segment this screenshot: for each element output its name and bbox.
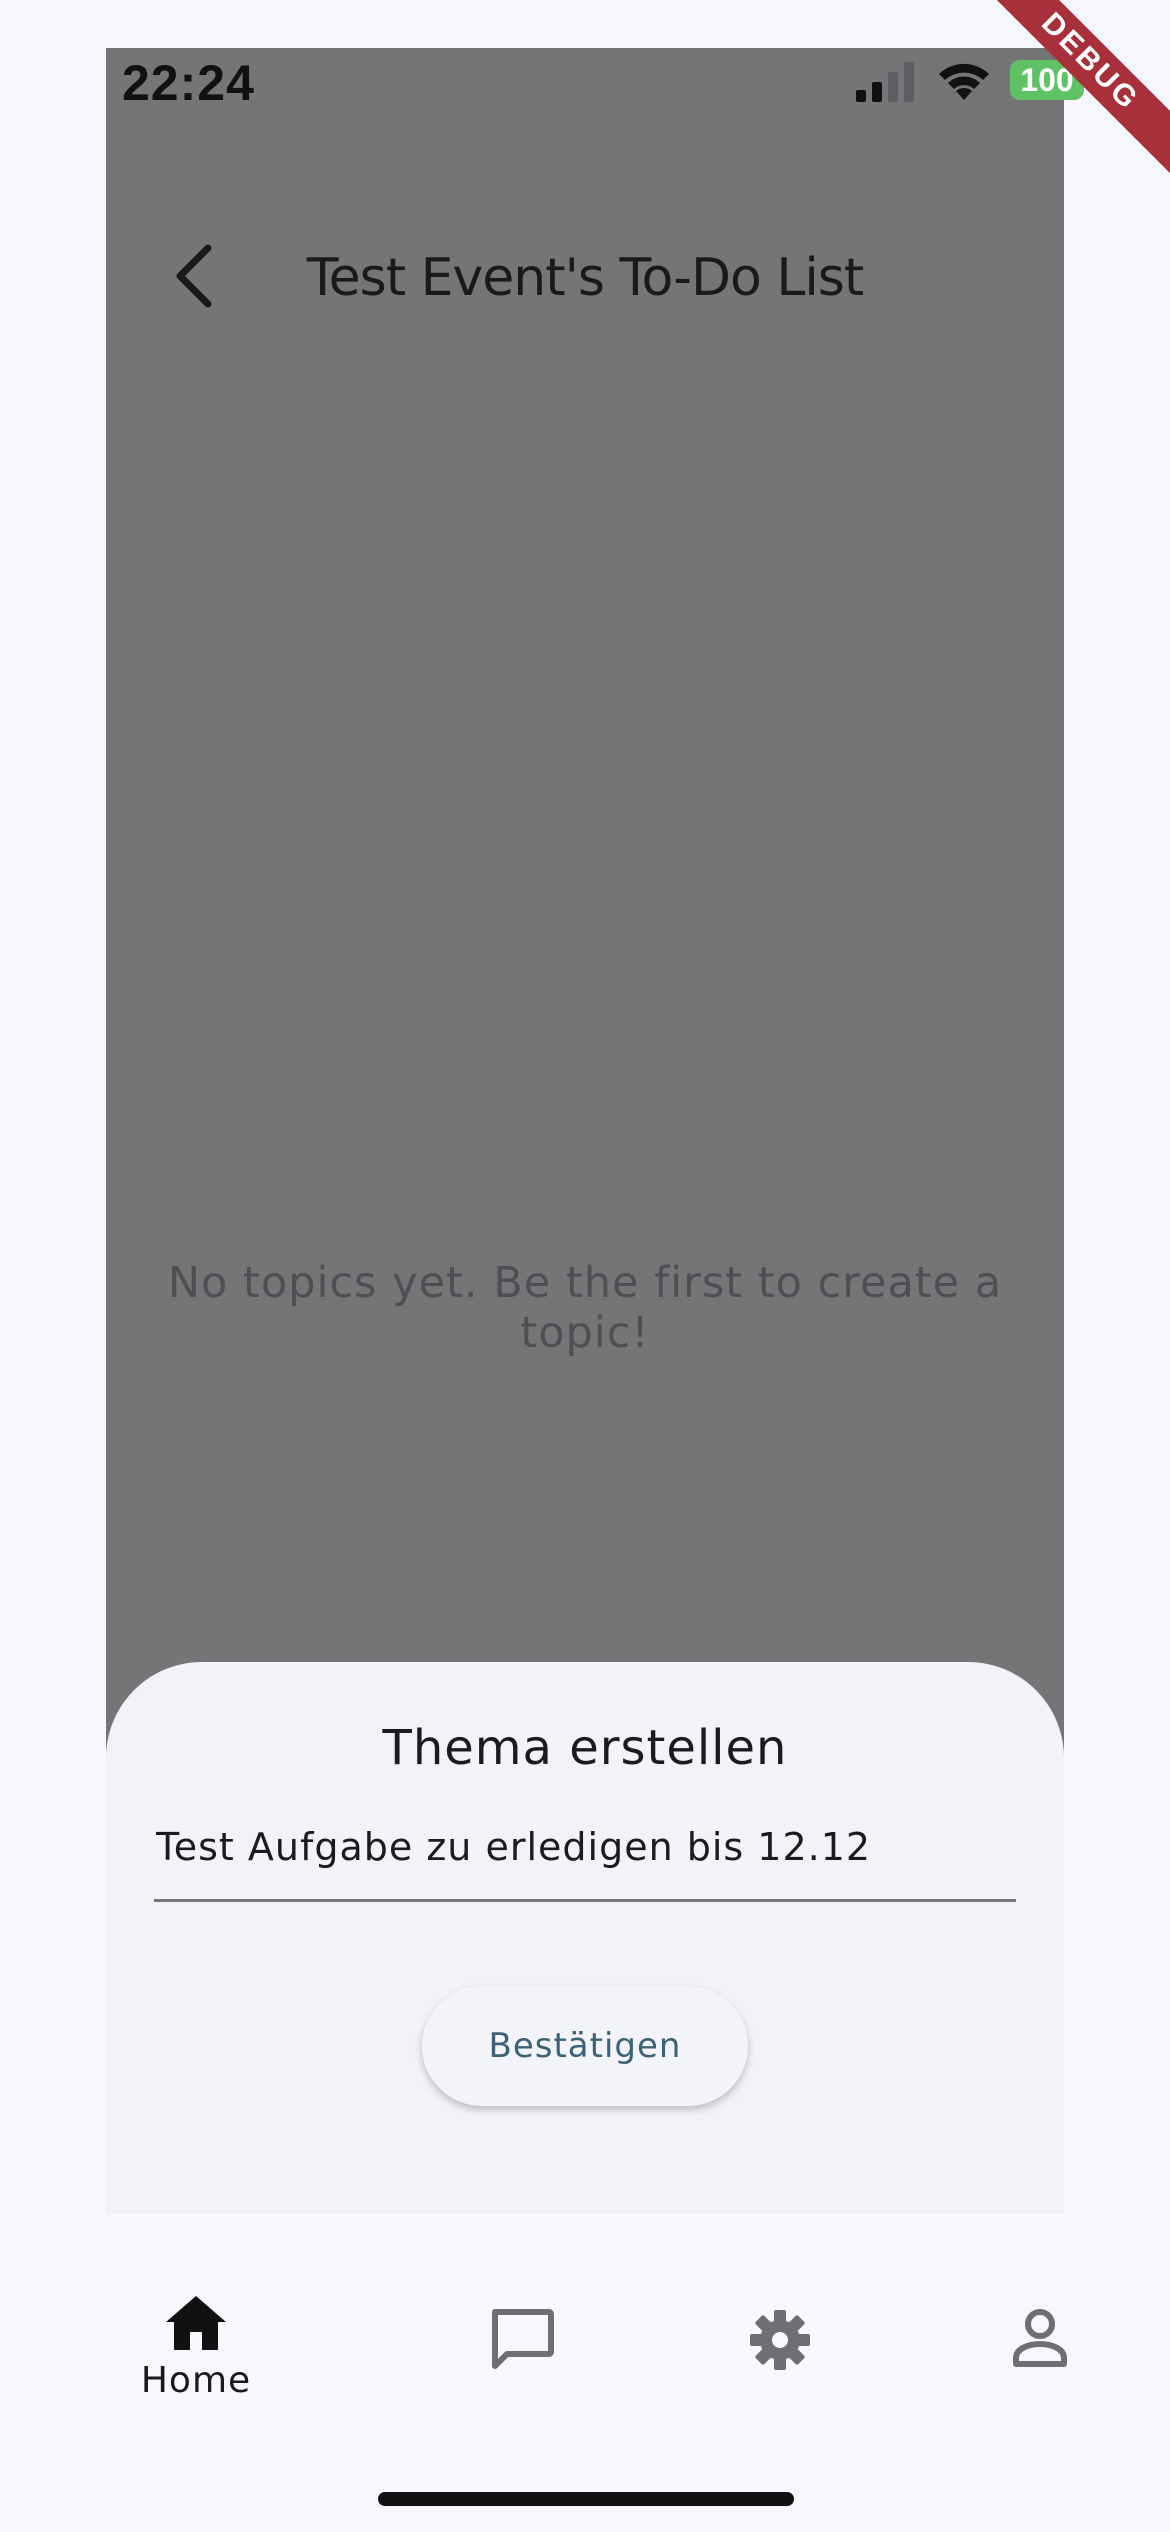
nav-item-chat[interactable]	[422, 2214, 622, 2374]
nav-item-home[interactable]: Home	[96, 2214, 296, 2401]
sheet-title: Thema erstellen	[382, 1720, 788, 1776]
person-icon	[1013, 2309, 1067, 2367]
create-topic-sheet: Thema erstellen Bestätigen	[106, 1662, 1064, 2214]
wifi-icon	[939, 63, 989, 100]
page-title: Test Event's To-Do List	[306, 248, 865, 308]
nav-label-home: Home	[140, 2360, 252, 2401]
nav-item-profile[interactable]	[940, 2214, 1140, 2374]
screen: 22:24 Test Event's To-Do List No topics …	[106, 48, 1064, 2214]
home-indicator	[378, 2492, 794, 2506]
status-bar: 22:24	[106, 48, 1064, 148]
confirm-button[interactable]: Bestätigen	[422, 1986, 748, 2106]
app-bar: Test Event's To-Do List	[106, 218, 1064, 338]
signal-icon	[856, 62, 914, 102]
home-icon	[166, 2296, 226, 2350]
gear-icon	[750, 2310, 810, 2370]
bottom-navigation: Home	[0, 2214, 1170, 2532]
empty-state-message: No topics yet. Be the first to create a …	[167, 1258, 1003, 1358]
topic-input[interactable]	[154, 1812, 1016, 1902]
chat-icon	[492, 2309, 554, 2369]
status-time: 22:24	[122, 55, 255, 111]
nav-item-settings[interactable]	[680, 2214, 880, 2374]
